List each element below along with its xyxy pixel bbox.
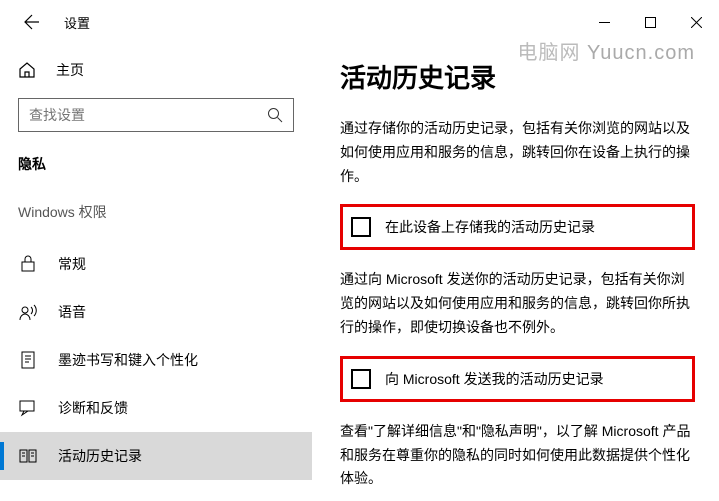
description-2: 通过向 Microsoft 发送你的活动历史记录，包括有关你浏览的网站以及如何使… [340, 268, 695, 339]
window-title: 设置 [64, 13, 90, 32]
minimize-icon [599, 17, 610, 28]
description-3: 查看"了解详细信息"和"隐私声明"，以了解 Microsoft 产品和服务在尊重… [340, 420, 695, 491]
content-area: 活动历史记录 通过存储你的活动历史记录，包括有关你浏览的网站以及如何使用应用和服… [312, 44, 719, 501]
search-icon [267, 107, 283, 123]
history-icon [18, 446, 38, 466]
home-link[interactable]: 主页 [0, 60, 312, 98]
lock-icon [18, 254, 38, 274]
back-button[interactable] [18, 8, 46, 36]
page-title: 活动历史记录 [340, 58, 695, 95]
sidebar-item-inking[interactable]: 墨迹书写和键入个性化 [0, 336, 312, 384]
sidebar-item-general[interactable]: 常规 [0, 240, 312, 288]
home-icon [18, 61, 36, 79]
maximize-icon [645, 17, 656, 28]
checkbox-store-history[interactable]: 在此设备上存储我的活动历史记录 [340, 204, 695, 250]
sidebar-item-label: 诊断和反馈 [58, 398, 128, 418]
description-1: 通过存储你的活动历史记录，包括有关你浏览的网站以及如何使用应用和服务的信息，跳转… [340, 117, 695, 188]
close-icon [691, 17, 702, 28]
category-header: 隐私 [0, 154, 312, 202]
checkbox-label: 在此设备上存储我的活动历史记录 [385, 217, 595, 237]
titlebar: 设置 [0, 0, 719, 44]
maximize-button[interactable] [627, 6, 673, 38]
sidebar-item-diagnostics[interactable]: 诊断和反馈 [0, 384, 312, 432]
search-input[interactable] [29, 107, 267, 123]
sidebar-item-label: 语音 [58, 302, 86, 322]
speech-icon [18, 302, 38, 322]
window-controls [581, 6, 719, 38]
checkbox-icon[interactable] [351, 369, 371, 389]
section-subhead: Windows 权限 [0, 202, 312, 240]
arrow-left-icon [24, 14, 40, 30]
checkbox-label: 向 Microsoft 发送我的活动历史记录 [385, 369, 604, 389]
feedback-icon [18, 398, 38, 418]
sidebar-item-label: 活动历史记录 [58, 446, 142, 466]
checkbox-icon[interactable] [351, 217, 371, 237]
inking-icon [18, 350, 38, 370]
search-box[interactable] [18, 98, 294, 132]
close-button[interactable] [673, 6, 719, 38]
checkbox-send-microsoft[interactable]: 向 Microsoft 发送我的活动历史记录 [340, 356, 695, 402]
sidebar-item-label: 墨迹书写和键入个性化 [58, 350, 198, 370]
sidebar-item-speech[interactable]: 语音 [0, 288, 312, 336]
minimize-button[interactable] [581, 6, 627, 38]
sidebar-item-activity-history[interactable]: 活动历史记录 [0, 432, 312, 480]
sidebar: 主页 隐私 Windows 权限 常规 语音 墨迹书写和键入个性化 [0, 44, 312, 501]
sidebar-item-label: 常规 [58, 254, 86, 274]
home-label: 主页 [56, 60, 84, 80]
